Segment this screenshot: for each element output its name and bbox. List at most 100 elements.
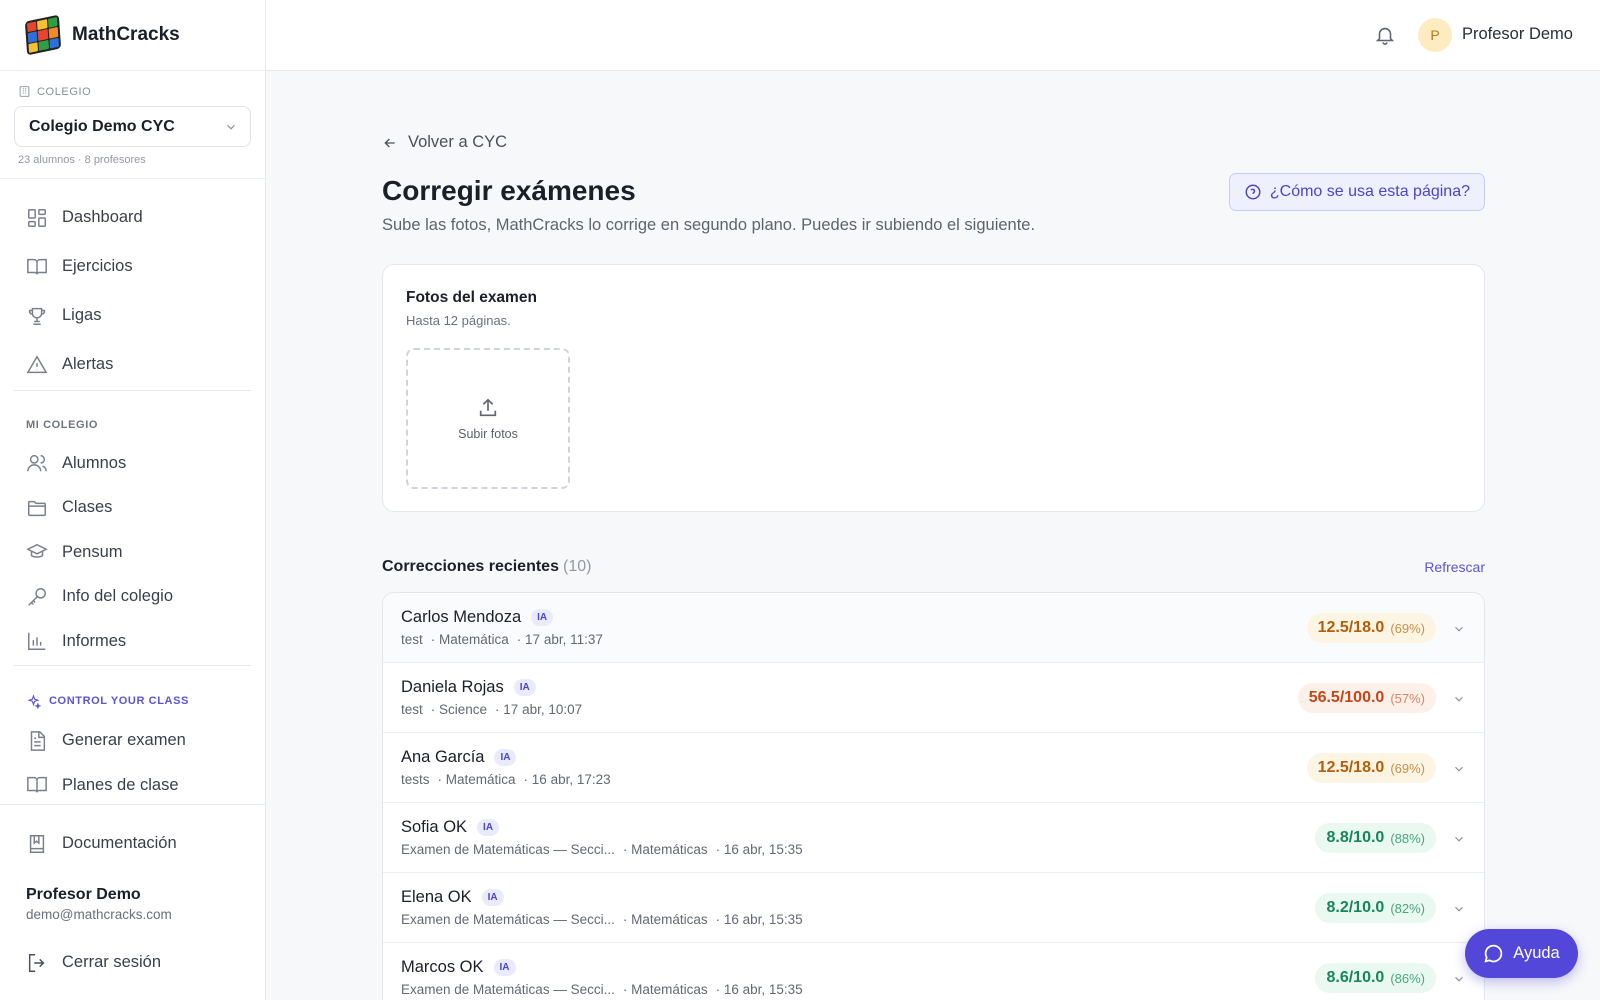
chevron-down-icon[interactable] <box>1452 832 1466 846</box>
ia-badge: IA <box>513 679 536 696</box>
sidebar-item-label: Dashboard <box>62 208 143 226</box>
student-name-row: Carlos Mendoza IA <box>401 608 554 627</box>
sidebar-item-label: Ligas <box>62 306 102 324</box>
row-meta: test Matemática 17 abr, 11:37 <box>401 632 603 647</box>
subject: Matemática <box>438 772 516 787</box>
message-circle-icon <box>1484 944 1503 963</box>
score-value: 8.6/10.0 <box>1326 969 1385 986</box>
sidebar-item-ligas[interactable]: Ligas <box>14 291 251 340</box>
avatar[interactable]: P <box>1418 18 1452 52</box>
help-chat-label: Ayuda <box>1513 944 1560 962</box>
date: 16 abr, 15:35 <box>716 842 803 857</box>
student-name: Ana García <box>401 748 485 766</box>
logout-button[interactable]: Cerrar sesión <box>14 938 251 987</box>
school-select[interactable]: Colegio Demo CYC <box>14 106 251 147</box>
score-value: 8.2/10.0 <box>1326 899 1385 916</box>
ia-badge: IA <box>481 889 504 906</box>
chevron-down-icon[interactable] <box>1452 902 1466 916</box>
score-value: 12.5/18.0 <box>1317 619 1385 636</box>
subject: Science <box>431 702 487 717</box>
sidebar-item-planes[interactable]: Planes de clase <box>14 763 251 808</box>
chevron-down-icon[interactable] <box>1452 622 1466 636</box>
rubiks-cube-logo-icon <box>24 14 62 56</box>
sidebar-item-label: Alertas <box>62 355 114 373</box>
score-badge: 56.5/100.0 (57%) <box>1297 683 1436 713</box>
bar-chart-icon <box>28 633 46 651</box>
sidebar-item-alertas[interactable]: Alertas <box>14 340 251 389</box>
brand-name: MathCracks <box>72 24 180 45</box>
subject: Matemáticas <box>623 982 708 997</box>
student-name-row: Sofia OK IA <box>401 818 500 837</box>
row-meta: tests Matemática 16 abr, 17:23 <box>401 772 611 787</box>
subject: Matemáticas <box>623 912 708 927</box>
chevron-down-icon[interactable] <box>1452 692 1466 706</box>
help-chat-button[interactable]: Ayuda <box>1465 929 1578 978</box>
upload-title: Fotos del examen <box>406 289 537 306</box>
upload-dropzone[interactable]: Subir fotos <box>406 348 570 489</box>
ia-badge: IA <box>477 819 500 836</box>
trophy-icon <box>28 307 46 325</box>
chevron-down-icon[interactable] <box>1452 762 1466 776</box>
score-percent: (82%) <box>1390 900 1425 916</box>
sidebar-item-informes[interactable]: Informes <box>14 619 251 664</box>
list-item[interactable]: Ana García IA tests Matemática 16 abr, 17:2… <box>383 733 1484 803</box>
sidebar-item-label: Ejercicios <box>62 257 133 275</box>
sidebar-item-ejercicios[interactable]: Ejercicios <box>14 242 251 291</box>
sidebar-item-generar[interactable]: Generar examen <box>14 719 251 764</box>
sidebar-item-dashboard[interactable]: Dashboard <box>14 193 251 242</box>
school-label-row: COLEGIO <box>14 85 251 98</box>
log-out-icon <box>28 953 45 972</box>
score-badge: 8.8/10.0 (88%) <box>1315 823 1436 853</box>
exam-name: tests <box>401 772 430 787</box>
sidebar-item-label: Documentación <box>62 834 177 852</box>
topbar: P Profesor Demo <box>266 0 1600 71</box>
users-icon <box>27 455 47 472</box>
score-badge: 8.6/10.0 (86%) <box>1315 963 1436 993</box>
subject: Matemática <box>431 632 509 647</box>
sidebar-item-label: Clases <box>62 498 113 517</box>
student-name-row: Elena OK IA <box>401 888 504 907</box>
file-text-icon <box>30 730 46 751</box>
score-value: 56.5/100.0 <box>1308 689 1385 706</box>
score-badge: 8.2/10.0 (82%) <box>1315 893 1436 923</box>
ia-badge: IA <box>531 609 554 626</box>
ia-badge: IA <box>493 959 516 976</box>
bell-icon[interactable] <box>1374 24 1396 46</box>
row-meta: Examen de Matemáticas — Secci... Matemáti… <box>401 842 803 857</box>
sidebar-user: Profesor Demo demo@mathcracks.com <box>14 868 251 922</box>
date: 17 abr, 10:07 <box>495 702 582 717</box>
sidebar-item-documentacion[interactable]: Documentación <box>14 819 251 868</box>
sidebar-item-clases[interactable]: Clases <box>14 486 251 531</box>
topbar-user-name[interactable]: Profesor Demo <box>1462 25 1573 44</box>
sidebar: MathCracks COLEGIO Colegio Demo CYC 23 a… <box>0 0 266 1000</box>
list-item[interactable]: Daniela Rojas IA test Science 17 abr, 10:07… <box>383 663 1484 733</box>
recent-title: Correcciones recientes (10) <box>382 558 591 576</box>
page-subtitle: Sube las fotos, MathCracks lo corrige en… <box>382 216 1036 234</box>
exam-name: Examen de Matemáticas — Secci... <box>401 912 615 927</box>
student-name: Marcos OK <box>401 958 484 976</box>
list-item[interactable]: Carlos Mendoza IA test Matemática 17 abr, 1… <box>383 593 1484 663</box>
building-icon <box>19 86 30 97</box>
book-bookmark-icon <box>29 834 45 853</box>
list-item[interactable]: Marcos OK IA Examen de Matemáticas — Secc… <box>383 943 1484 1000</box>
list-item[interactable]: Elena OK IA Examen de Matemáticas — Secci… <box>383 873 1484 943</box>
page-title: Corregir exámenes <box>382 175 636 206</box>
school-label: COLEGIO <box>37 85 92 98</box>
student-name-row: Ana García IA <box>401 748 517 767</box>
control-heading-label: CONTROL YOUR CLASS <box>49 695 189 707</box>
brand[interactable]: MathCracks <box>0 0 265 71</box>
list-item[interactable]: Sofia OK IA Examen de Matemáticas — Secci… <box>383 803 1484 873</box>
chevron-down-icon[interactable] <box>1452 972 1466 986</box>
sidebar-item-alumnos[interactable]: Alumnos <box>14 441 251 486</box>
sidebar-item-pensum[interactable]: Pensum <box>14 530 251 575</box>
date: 16 abr, 15:35 <box>716 982 803 997</box>
refresh-button[interactable]: Refrescar <box>1424 559 1485 575</box>
graduation-cap-icon <box>26 544 48 559</box>
arrow-left-icon <box>384 138 395 147</box>
sidebar-item-info[interactable]: Info del colegio <box>14 575 251 620</box>
chevron-down-icon <box>227 124 235 130</box>
help-button[interactable]: ¿Cómo se usa esta página? <box>1228 173 1485 211</box>
student-name: Daniela Rojas <box>401 678 504 696</box>
sidebar-item-label: Info del colegio <box>62 587 173 606</box>
back-link[interactable]: Volver a CYC <box>382 133 507 152</box>
